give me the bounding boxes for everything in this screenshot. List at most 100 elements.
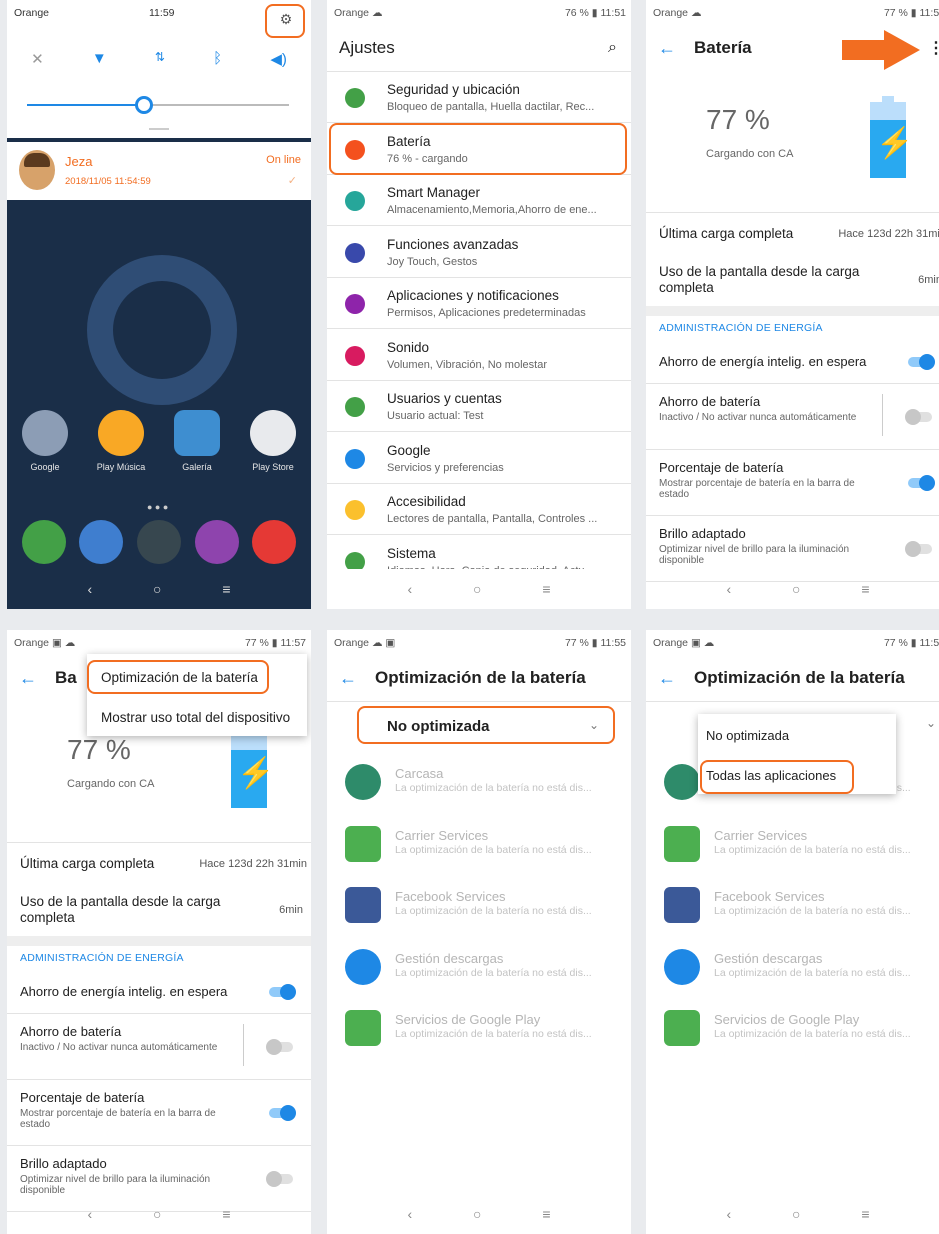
- battery-option[interactable]: Ahorro de energía intelig. en espera: [7, 970, 311, 1014]
- chevron-down-icon[interactable]: ⌄: [926, 716, 936, 730]
- data-icon[interactable]: ⇅: [155, 50, 165, 68]
- app-google[interactable]: Google: [15, 410, 75, 472]
- back-arrow-icon[interactable]: ←: [339, 668, 375, 689]
- back-button[interactable]: ‹: [407, 1206, 412, 1222]
- nav-bar: ‹ ○ ≡: [7, 1194, 311, 1234]
- battery-option[interactable]: Porcentaje de batería Mostrar porcentaje …: [646, 450, 939, 516]
- menu-item-total-usage[interactable]: Mostrar uso total del dispositivo: [101, 710, 290, 725]
- download-icon: [664, 948, 700, 985]
- panel-optimizacion-dropdown: Orange ▣ ☁ 77 % ▮ 11:56 ← Optimización de …: [646, 630, 939, 1234]
- home-button[interactable]: ○: [792, 581, 800, 597]
- page-title: Batería: [694, 38, 752, 57]
- app-item[interactable]: Gestión descargas La optimización de la b…: [646, 945, 939, 1005]
- toggle-switch[interactable]: [269, 1105, 296, 1121]
- app-item[interactable]: Gestión descargas La optimización de la b…: [327, 945, 631, 1005]
- toggle-switch[interactable]: [908, 354, 935, 370]
- recents-button[interactable]: ≡: [542, 581, 550, 597]
- settings-item[interactable]: Sonido Volumen, Vibración, No molestar: [327, 330, 631, 381]
- download-icon: [345, 948, 381, 985]
- settings-item[interactable]: Accesibilidad Lectores de pantalla, Panta…: [327, 484, 631, 535]
- battery-option[interactable]: Ahorro de batería Inactivo / No activar n…: [646, 384, 939, 450]
- app-play-music[interactable]: Play Música: [91, 410, 151, 472]
- brightness-slider[interactable]: [27, 96, 289, 114]
- panel-ajustes: Orange ☁ 76 % ▮ 11:51 Ajustes ⌕ Seguridad …: [327, 0, 631, 609]
- contact-card[interactable]: Jeza 2018/11/05 11:54:59 On line ✓: [7, 142, 311, 200]
- app-gallery[interactable]: Galería: [167, 410, 227, 472]
- todas-highlight: [700, 760, 854, 794]
- back-button[interactable]: ‹: [726, 1206, 731, 1222]
- app-play-store[interactable]: Play Store: [243, 410, 303, 472]
- home-button[interactable]: ○: [792, 1206, 800, 1222]
- bluetooth-icon[interactable]: ᛒ: [213, 50, 222, 68]
- settings-item[interactable]: Usuarios y cuentas Usuario actual: Test: [327, 381, 631, 432]
- page-title: Optimización de la batería: [694, 668, 905, 687]
- app-item[interactable]: Carrier Services La optimización de la ba…: [327, 822, 631, 882]
- back-button[interactable]: ‹: [407, 581, 412, 597]
- back-arrow-icon[interactable]: ←: [658, 668, 694, 689]
- app-item[interactable]: Servicios de Google Play La optimización …: [327, 1006, 631, 1066]
- toggle-switch[interactable]: [905, 409, 932, 425]
- app-item[interactable]: Facebook Services La optimización de la b…: [646, 883, 939, 943]
- play-services-icon: [345, 1010, 381, 1046]
- carrier: Orange ☁: [334, 7, 383, 19]
- panel-home: Orange 11:59 ⚙ ✕ ▼ ⇅ ᛒ ◀) Jeza 2018/11/05…: [7, 0, 311, 609]
- app-item[interactable]: Servicios de Google Play La optimización …: [646, 1006, 939, 1066]
- messages-icon[interactable]: [79, 520, 124, 564]
- charging-status: Cargando con CA: [706, 148, 794, 160]
- settings-item[interactable]: Smart Manager Almacenamiento,Memoria,Ahor…: [327, 175, 631, 226]
- recents-button[interactable]: ≡: [222, 1206, 230, 1222]
- page-dots: ● ● ●: [147, 502, 169, 512]
- sound-icon[interactable]: ◀): [270, 50, 287, 68]
- carrier: Orange ▣ ☁: [653, 637, 715, 649]
- back-arrow-icon[interactable]: ←: [19, 668, 55, 689]
- toggle-switch[interactable]: [269, 984, 296, 1000]
- back-button[interactable]: ‹: [726, 581, 731, 597]
- recents-button[interactable]: ≡: [861, 581, 869, 597]
- battery-option[interactable]: Porcentaje de batería Mostrar porcentaje …: [7, 1080, 311, 1146]
- home-button[interactable]: ○: [153, 1206, 161, 1222]
- android-icon: [345, 764, 381, 800]
- battery-option[interactable]: Ahorro de batería Inactivo / No activar n…: [7, 1014, 311, 1080]
- toggle-switch[interactable]: [266, 1039, 293, 1055]
- app-item[interactable]: CarcasaLa optimización de la batería no …: [327, 760, 631, 820]
- search-icon[interactable]: ⌕: [608, 39, 617, 57]
- settings-item[interactable]: Seguridad y ubicación Bloqueo de pantalla…: [327, 72, 631, 123]
- app-item[interactable]: Carrier Services La optimización de la ba…: [646, 822, 939, 882]
- chrome-icon[interactable]: [252, 520, 297, 564]
- screen-usage-value: 6min: [918, 274, 939, 286]
- toggle-switch[interactable]: [908, 475, 935, 491]
- home-button[interactable]: ○: [473, 581, 481, 597]
- back-button[interactable]: ‹: [87, 581, 92, 597]
- apps-drawer-icon[interactable]: [136, 520, 181, 564]
- recents-button[interactable]: ≡: [542, 1206, 550, 1222]
- page-title: Ba: [55, 668, 77, 687]
- option-no-optimizada[interactable]: No optimizada: [706, 728, 789, 743]
- phone-icon[interactable]: [21, 520, 66, 564]
- qs-toggles: ✕ ▼ ⇅ ᛒ ◀): [7, 50, 311, 68]
- back-arrow-icon[interactable]: ←: [658, 38, 694, 59]
- toggle-switch[interactable]: [905, 541, 932, 557]
- google-icon: [345, 448, 365, 469]
- nav-bar: ‹ ○ ≡: [327, 1194, 631, 1234]
- camera-icon[interactable]: [194, 520, 239, 564]
- settings-item[interactable]: Aplicaciones y notificaciones Permisos, A…: [327, 278, 631, 329]
- settings-item[interactable]: Google Servicios y preferencias: [327, 433, 631, 484]
- overflow-menu-icon[interactable]: ⋮: [928, 38, 939, 58]
- recents-button[interactable]: ≡: [861, 1206, 869, 1222]
- recents-button[interactable]: ≡: [222, 581, 230, 597]
- settings-highlight: [265, 4, 305, 38]
- toggle-switch[interactable]: [266, 1171, 293, 1187]
- play-store-icon: [250, 410, 296, 456]
- home-button[interactable]: ○: [153, 581, 161, 597]
- wifi-icon[interactable]: ▼: [92, 50, 107, 68]
- settings-item[interactable]: Funciones avanzadas Joy Touch, Gestos: [327, 227, 631, 278]
- back-button[interactable]: ‹: [87, 1206, 92, 1222]
- app-item[interactable]: Facebook Services La optimización de la b…: [327, 883, 631, 943]
- filter-dropdown[interactable]: No optimizada ⌄: [357, 706, 615, 744]
- mute-icon[interactable]: ✕: [31, 50, 44, 68]
- home-button[interactable]: ○: [473, 1206, 481, 1222]
- status-right: 77 % ▮ 11:57: [244, 637, 306, 649]
- battery-option[interactable]: Ahorro de energía intelig. en espera: [646, 340, 939, 384]
- status-right: 77 % ▮ 11:56: [883, 637, 939, 649]
- smart-manager-icon: [345, 191, 365, 211]
